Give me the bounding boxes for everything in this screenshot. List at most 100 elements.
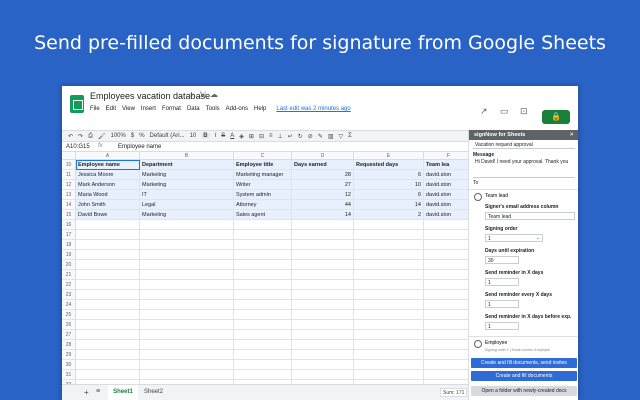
- row-number[interactable]: 19: [62, 250, 76, 260]
- select-all-corner[interactable]: [62, 152, 76, 160]
- data-cell[interactable]: Writer: [234, 180, 292, 190]
- row-number[interactable]: 20: [62, 260, 76, 270]
- header-cell[interactable]: Department: [140, 160, 234, 170]
- empty-cell[interactable]: [76, 320, 140, 330]
- empty-cell[interactable]: [292, 310, 354, 320]
- data-cell[interactable]: Marketing: [140, 210, 234, 220]
- empty-cell[interactable]: [354, 310, 424, 320]
- empty-cell[interactable]: [424, 370, 468, 380]
- column-header[interactable]: D: [292, 152, 354, 160]
- row-number[interactable]: 15: [62, 210, 76, 220]
- row-number[interactable]: 11: [62, 170, 76, 180]
- reminder-every-input[interactable]: 1: [485, 300, 519, 308]
- signer-email-select[interactable]: Team lead: [485, 212, 575, 220]
- empty-cell[interactable]: [76, 280, 140, 290]
- row-number[interactable]: 21: [62, 270, 76, 280]
- empty-cell[interactable]: [140, 280, 234, 290]
- empty-cell[interactable]: [140, 320, 234, 330]
- create-send-invites-button[interactable]: Create and fill documents, send invites: [471, 358, 577, 368]
- font-size-select[interactable]: 10: [190, 133, 197, 139]
- data-cell[interactable]: david.ston: [424, 170, 468, 180]
- empty-cell[interactable]: [234, 340, 292, 350]
- empty-cell[interactable]: [354, 280, 424, 290]
- empty-cell[interactable]: [292, 270, 354, 280]
- sheet-tab-1[interactable]: Sheet1: [108, 385, 138, 400]
- italic-button[interactable]: I: [215, 133, 217, 139]
- row-number[interactable]: 28: [62, 340, 76, 350]
- empty-cell[interactable]: [292, 230, 354, 240]
- empty-cell[interactable]: [292, 260, 354, 270]
- empty-cell[interactable]: [234, 370, 292, 380]
- rotate-icon[interactable]: ↻: [298, 133, 303, 140]
- days-expiration-input[interactable]: 30: [485, 256, 519, 264]
- empty-cell[interactable]: [292, 350, 354, 360]
- merge-icon[interactable]: ⊟: [259, 133, 264, 140]
- header-cell[interactable]: Employee title: [234, 160, 292, 170]
- data-cell[interactable]: 14: [354, 200, 424, 210]
- empty-cell[interactable]: [292, 340, 354, 350]
- menu-insert[interactable]: Insert: [141, 106, 156, 112]
- empty-cell[interactable]: [292, 300, 354, 310]
- column-header[interactable]: E: [354, 152, 424, 160]
- empty-cell[interactable]: [234, 330, 292, 340]
- comment-icon[interactable]: ✎: [318, 133, 323, 140]
- data-cell[interactable]: Mark Anderson: [76, 180, 140, 190]
- empty-cell[interactable]: [292, 250, 354, 260]
- empty-cell[interactable]: [424, 360, 468, 370]
- data-cell[interactable]: IT: [140, 190, 234, 200]
- empty-cell[interactable]: [424, 330, 468, 340]
- menu-file[interactable]: File: [90, 106, 100, 112]
- wrap-icon[interactable]: ↵: [288, 133, 293, 140]
- empty-cell[interactable]: [140, 230, 234, 240]
- row-number[interactable]: 30: [62, 360, 76, 370]
- empty-cell[interactable]: [354, 240, 424, 250]
- empty-cell[interactable]: [424, 340, 468, 350]
- paint-format-icon[interactable]: 🖌: [98, 133, 106, 140]
- menu-format[interactable]: Format: [162, 106, 181, 112]
- empty-cell[interactable]: [76, 290, 140, 300]
- sheets-logo-icon[interactable]: [70, 95, 84, 113]
- empty-cell[interactable]: [234, 360, 292, 370]
- empty-cell[interactable]: [140, 360, 234, 370]
- menu-addons[interactable]: Add-ons: [226, 106, 248, 112]
- empty-cell[interactable]: [76, 240, 140, 250]
- row-number[interactable]: 16: [62, 220, 76, 230]
- column-header[interactable]: C: [234, 152, 292, 160]
- data-cell[interactable]: 10: [354, 180, 424, 190]
- data-cell[interactable]: 2: [354, 210, 424, 220]
- align-icon[interactable]: ≡: [269, 133, 273, 139]
- empty-cell[interactable]: [354, 340, 424, 350]
- menu-edit[interactable]: Edit: [106, 106, 116, 112]
- data-cell[interactable]: 6: [354, 170, 424, 180]
- reminder-before-input[interactable]: 1: [485, 322, 519, 330]
- empty-cell[interactable]: [140, 370, 234, 380]
- message-field[interactable]: Hi David! I need your approval. Thank yo…: [473, 158, 575, 178]
- fill-color-icon[interactable]: ◈: [239, 133, 244, 140]
- empty-cell[interactable]: [292, 290, 354, 300]
- row-number[interactable]: 23: [62, 290, 76, 300]
- empty-cell[interactable]: [234, 280, 292, 290]
- bold-button[interactable]: B: [201, 133, 210, 139]
- data-cell[interactable]: 44: [292, 200, 354, 210]
- reminder-input[interactable]: 1: [485, 278, 519, 286]
- present-icon[interactable]: ⊡: [520, 106, 528, 117]
- data-cell[interactable]: 6: [354, 190, 424, 200]
- open-folder-button[interactable]: Open a folder with newly-created docs: [471, 386, 577, 396]
- subject-field[interactable]: Vacation request approval: [473, 141, 575, 149]
- empty-cell[interactable]: [234, 250, 292, 260]
- empty-cell[interactable]: [292, 240, 354, 250]
- empty-cell[interactable]: [76, 230, 140, 240]
- last-edit-link[interactable]: Last edit was 2 minutes ago: [276, 106, 350, 112]
- column-header[interactable]: B: [140, 152, 234, 160]
- row-number[interactable]: 27: [62, 330, 76, 340]
- valign-icon[interactable]: ⊥: [278, 133, 283, 140]
- empty-cell[interactable]: [140, 290, 234, 300]
- currency-icon[interactable]: $: [131, 133, 134, 139]
- empty-cell[interactable]: [424, 250, 468, 260]
- empty-cell[interactable]: [354, 320, 424, 330]
- empty-cell[interactable]: [354, 270, 424, 280]
- header-cell[interactable]: Days earned: [292, 160, 354, 170]
- percent-icon[interactable]: %: [139, 133, 144, 139]
- empty-cell[interactable]: [76, 270, 140, 280]
- link-icon[interactable]: ⊘: [308, 133, 313, 140]
